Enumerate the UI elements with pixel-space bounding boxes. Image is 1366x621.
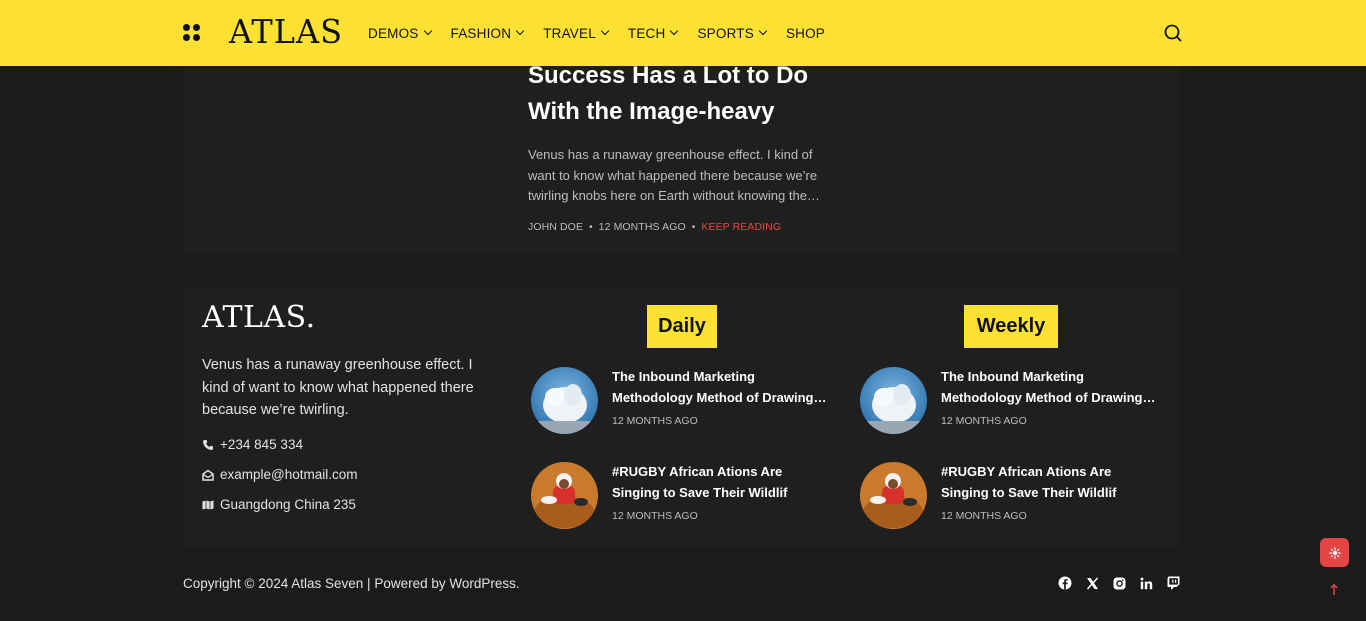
post-date: 12 MONTHS AGO	[612, 510, 698, 522]
site-header: ATLAS DEMOS FASHION TRAVEL TECH SPORTS S…	[0, 0, 1366, 66]
nav-item-label: TRAVEL	[543, 25, 596, 41]
nav-item-tech[interactable]: TECH	[627, 23, 679, 43]
nav-item-travel[interactable]: TRAVEL	[543, 23, 610, 43]
nav-item-label: SPORTS	[697, 25, 754, 41]
keep-reading-link[interactable]: KEEP READING	[701, 221, 781, 233]
meta-separator: •	[589, 221, 593, 233]
nav-item-shop[interactable]: SHOP	[786, 23, 825, 43]
daily-heading: Daily	[647, 305, 717, 348]
facebook-icon[interactable]	[1058, 576, 1072, 590]
article-excerpt: Venus has a runaway greenhouse effect. I…	[528, 147, 820, 203]
list-item[interactable]: #RUGBY African Ations Are Singing to Sav…	[860, 462, 1160, 532]
contact-email[interactable]: example@hotmail.com	[202, 467, 358, 482]
chevron-down-icon	[515, 26, 525, 36]
post-title[interactable]: The Inbound Marketing Methodology Method…	[941, 367, 1159, 408]
post-thumbnail[interactable]	[860, 462, 927, 529]
twitch-icon[interactable]	[1166, 576, 1180, 590]
post-thumbnail[interactable]	[531, 462, 598, 529]
instagram-icon[interactable]	[1112, 576, 1126, 590]
chevron-down-icon	[423, 26, 432, 36]
article-date: 12 MONTHS AGO	[598, 221, 686, 233]
nav-item-label: TECH	[627, 25, 666, 41]
envelope-icon	[202, 469, 214, 481]
nav-item-sports[interactable]: SPORTS	[697, 23, 768, 43]
nav-item-label: DEMOS	[368, 25, 419, 41]
chevron-down-icon	[670, 26, 679, 36]
chevron-down-icon	[758, 26, 768, 36]
map-icon	[202, 500, 214, 509]
list-item[interactable]: #RUGBY African Ations Are Singing to Sav…	[531, 462, 831, 532]
footer-logo[interactable]: ATLAS.	[202, 300, 316, 335]
copyright-text: Copyright © 2024 Atlas Seven | Powered b…	[183, 576, 520, 591]
back-to-top-button[interactable]	[1324, 579, 1344, 601]
search-icon[interactable]	[1163, 23, 1183, 43]
main-nav: DEMOS FASHION TRAVEL TECH SPORTS SHOP	[368, 23, 845, 43]
social-links	[1058, 576, 1180, 590]
site-logo[interactable]: ATLAS	[229, 14, 343, 51]
list-item[interactable]: The Inbound Marketing Methodology Method…	[531, 367, 831, 437]
post-date: 12 MONTHS AGO	[941, 510, 1027, 522]
meta-separator: •	[691, 221, 696, 233]
post-thumbnail[interactable]	[531, 367, 598, 434]
arrow-up-icon	[1330, 583, 1338, 595]
email-text: example@hotmail.com	[220, 467, 358, 482]
footer-description: Venus has a runaway greenhouse effect. I…	[202, 357, 474, 418]
article-title[interactable]: Success Has a Lot to Do With the Image-h…	[528, 58, 848, 130]
post-date: 12 MONTHS AGO	[612, 415, 698, 427]
chevron-down-icon	[600, 26, 610, 36]
contact-address[interactable]: Guangdong China 235	[202, 497, 356, 512]
linkedin-icon[interactable]	[1139, 576, 1153, 590]
nav-item-fashion[interactable]: FASHION	[450, 23, 525, 43]
post-title[interactable]: #RUGBY African Ations Are Singing to Sav…	[612, 462, 830, 503]
list-item[interactable]: The Inbound Marketing Methodology Method…	[860, 367, 1160, 437]
address-text: Guangdong China 235	[220, 497, 356, 512]
article-author[interactable]: JOHN DOE	[528, 221, 583, 233]
settings-sparkle-button[interactable]	[1320, 538, 1349, 567]
phone-icon	[203, 439, 213, 450]
post-title[interactable]: #RUGBY African Ations Are Singing to Sav…	[941, 462, 1159, 503]
contact-phone[interactable]: +234 845 334	[202, 437, 303, 452]
post-thumbnail[interactable]	[860, 367, 927, 434]
nav-item-label: SHOP	[785, 25, 825, 41]
x-icon[interactable]	[1085, 576, 1099, 590]
sparkle-icon	[1328, 546, 1341, 559]
post-title[interactable]: The Inbound Marketing Methodology Method…	[612, 367, 830, 408]
post-date: 12 MONTHS AGO	[941, 415, 1027, 427]
article-meta: JOHN DOE • 12 MONTHS AGO • KEEP READING	[528, 221, 781, 233]
grid-dots-icon[interactable]	[183, 24, 201, 42]
nav-item-label: FASHION	[450, 25, 512, 41]
weekly-heading: Weekly	[964, 305, 1058, 348]
nav-item-demos[interactable]: DEMOS	[368, 23, 432, 43]
phone-text: +234 845 334	[220, 437, 303, 452]
